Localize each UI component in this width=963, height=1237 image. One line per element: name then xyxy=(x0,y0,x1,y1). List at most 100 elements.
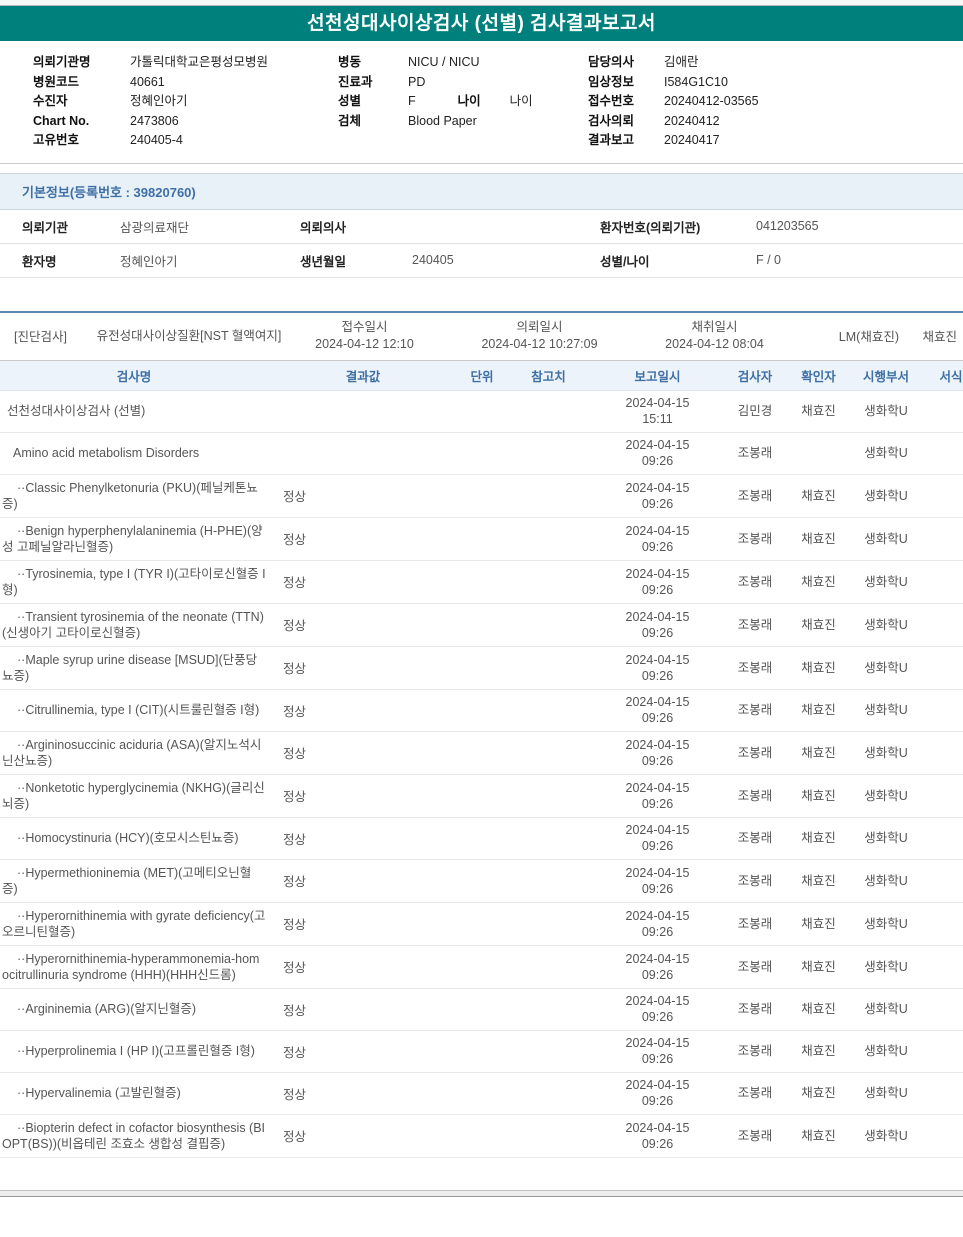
report-date: 2024-04-15 xyxy=(625,823,690,837)
tester-cell: 조봉래 xyxy=(737,959,773,974)
report-time: 09:26 xyxy=(641,496,674,511)
section-divider xyxy=(0,162,963,164)
column-header: 단위 xyxy=(470,369,494,384)
tester-cell: 조봉래 xyxy=(737,1086,773,1100)
result-value-cell: 정상 xyxy=(283,619,307,633)
result-row: ··Nonketotic hyperglycinemia (NKHG)(글리신뇌… xyxy=(0,775,963,818)
result-row: ··Hyperprolinemia I (HP I)(고프롤린혈증 I형) 정상 2… xyxy=(0,1031,963,1073)
hospital-info-row: 고유번호 240405-4 xyxy=(33,131,338,151)
tester-cell: 조봉래 xyxy=(737,1128,773,1143)
test-name-cell: ··Argininemia (ARG)(알지닌혈증) xyxy=(17,1002,197,1016)
dept-cell: 생화학U xyxy=(864,1128,908,1143)
report-date-cell: 2024-04-15 15:11 xyxy=(591,395,724,427)
field-label: 검체 xyxy=(338,113,362,128)
report-time: 09:26 xyxy=(641,454,674,468)
collector-name: 채효진 xyxy=(922,330,957,344)
result-row: ··Benign hyperphenylalaninemia (H-PHE)(양… xyxy=(0,518,963,561)
result-row: ··Maple syrup urine disease [MSUD](단풍당뇨증… xyxy=(0,647,963,690)
test-name-cell: ··Classic Phenylketonuria (PKU)(페닐케톤뇨증) xyxy=(2,480,258,511)
tester-cell: 조봉래 xyxy=(737,446,773,460)
tester-cell: 조봉래 xyxy=(737,574,773,589)
request-label: 의뢰일시 xyxy=(516,319,563,334)
report-date-cell: 2024-04-15 09:26 xyxy=(591,480,724,512)
hospital-info-row: 수진자 정혜인아기 xyxy=(33,92,338,112)
basic-info-table: 의뢰기관 삼광의료재단 의뢰의사 환자번호(의뢰기관) 041203565 환자명 정혜인아… xyxy=(0,210,963,278)
dept-cell: 생화학U xyxy=(864,959,908,974)
field-value: 나이 xyxy=(509,94,533,108)
confirmer-cell: 채효진 xyxy=(801,745,836,760)
tester-cell: 조봉래 xyxy=(737,617,773,632)
result-row: ··Argininemia (ARG)(알지닌혈증) 정상 2024-04-15 09… xyxy=(0,989,963,1031)
report-date: 2024-04-15 xyxy=(625,695,690,709)
hospital-info-row: 담당의사 김애란 xyxy=(588,53,963,73)
results-table-body: 선천성대사이상검사 (선별) 2024-04-15 15:11 김민경 채효진 생화학U A… xyxy=(0,391,963,1158)
test-name-cell: ··Benign hyperphenylalaninemia (H-PHE)(양… xyxy=(2,523,263,554)
report-time: 09:26 xyxy=(641,1052,674,1066)
hospital-info-row: Chart No. 2473806 xyxy=(33,112,338,132)
field-value: 20240417 xyxy=(664,133,720,147)
confirmer-cell: 채효진 xyxy=(801,831,836,845)
field-value: 40661 xyxy=(130,74,165,89)
tester-cell: 김민경 xyxy=(737,404,773,418)
test-name-cell: ··Hyperornithinemia with gyrate deficien… xyxy=(2,908,266,939)
field-value: 041203565 xyxy=(756,219,819,233)
report-date: 2024-04-15 xyxy=(625,438,690,452)
result-value-cell: 정상 xyxy=(283,704,307,719)
hospital-info-section: 의뢰기관명 가톨릭대학교은평성모병원 병원코드 40661 수진자 정혜인아기 Chart … xyxy=(0,41,963,161)
test-name-cell: 선천성대사이상검사 (선별) xyxy=(7,404,146,418)
confirmer-cell: 채효진 xyxy=(801,617,836,632)
report-date: 2024-04-15 xyxy=(625,908,690,923)
confirmer-cell: 채효진 xyxy=(801,788,836,803)
result-row: ··Citrullinemia, type I (CIT)(시트룰린혈증 I형)… xyxy=(0,690,963,732)
field-label: 임상정보 xyxy=(588,74,635,89)
report-time: 09:26 xyxy=(641,711,674,725)
report-date: 2024-04-15 xyxy=(625,1078,690,1092)
tester-cell: 조봉래 xyxy=(737,788,773,803)
hospital-info-row: 성별 F 나이 나이 xyxy=(338,92,588,112)
field-label: 의뢰기관명 xyxy=(33,55,91,69)
report-date-cell: 2024-04-15 09:26 xyxy=(591,694,724,726)
request-value: 2024-04-12 10:27:09 xyxy=(481,336,598,351)
report-time: 09:26 xyxy=(641,539,674,554)
tester-cell: 조봉래 xyxy=(737,831,773,845)
field-label: 병동 xyxy=(338,55,362,69)
hospital-info-column-left: 의뢰기관명 가톨릭대학교은평성모병원 병원코드 40661 수진자 정혜인아기 Chart … xyxy=(33,53,338,151)
report-date: 2024-04-15 xyxy=(625,951,690,966)
field-label: 성별/나이 xyxy=(600,254,650,269)
test-name-cell: ··Argininosuccinic aciduria (ASA)(알지노석시닌… xyxy=(2,737,262,768)
report-time: 09:26 xyxy=(641,839,674,853)
report-date: 2024-04-15 xyxy=(625,1036,690,1050)
tester-cell: 조봉래 xyxy=(737,488,773,503)
report-time: 09:26 xyxy=(641,967,674,982)
field-value: F xyxy=(408,94,416,108)
confirmer-cell: 채효진 xyxy=(801,959,836,974)
confirmer-cell: 채효진 xyxy=(801,404,836,418)
result-value-cell: 정상 xyxy=(283,918,307,932)
field-value: 가톨릭대학교은평성모병원 xyxy=(130,55,269,69)
result-row: 선천성대사이상검사 (선별) 2024-04-15 15:11 김민경 채효진 생화학U xyxy=(0,391,963,433)
result-value-cell: 정상 xyxy=(283,875,307,889)
field-value: 240405-4 xyxy=(130,133,183,147)
dept-cell: 생화학U xyxy=(864,531,908,546)
report-date: 2024-04-15 xyxy=(625,609,690,624)
report-date: 2024-04-15 xyxy=(625,994,690,1008)
test-name-cell: ··Hyperprolinemia I (HP I)(고프롤린혈증 I형) xyxy=(17,1044,255,1058)
collect-label: 채취일시 xyxy=(691,319,738,334)
request-datetime: 의뢰일시 2024-04-12 10:27:09 xyxy=(446,319,633,353)
report-date-cell: 2024-04-15 09:26 xyxy=(591,1077,724,1109)
basic-info-cell: 의뢰의사 xyxy=(300,217,600,236)
confirmer-cell: 채효진 xyxy=(801,1086,836,1100)
confirmer-cell: 채효진 xyxy=(801,488,836,503)
tester-cell: 조봉래 xyxy=(737,703,773,717)
report-time: 09:26 xyxy=(641,668,674,683)
field-label: 환자명 xyxy=(22,254,57,269)
field-label: 나이 xyxy=(457,94,481,108)
field-label: 고유번호 xyxy=(33,133,80,147)
tester-cell: 조봉래 xyxy=(737,873,773,888)
report-date-cell: 2024-04-15 09:26 xyxy=(591,523,724,555)
confirmer-cell: 채효진 xyxy=(801,703,836,717)
report-time: 09:26 xyxy=(641,582,674,597)
report-date-cell: 2024-04-15 09:26 xyxy=(591,822,724,854)
report-date: 2024-04-15 xyxy=(625,1120,690,1135)
field-label: 수진자 xyxy=(33,94,68,108)
